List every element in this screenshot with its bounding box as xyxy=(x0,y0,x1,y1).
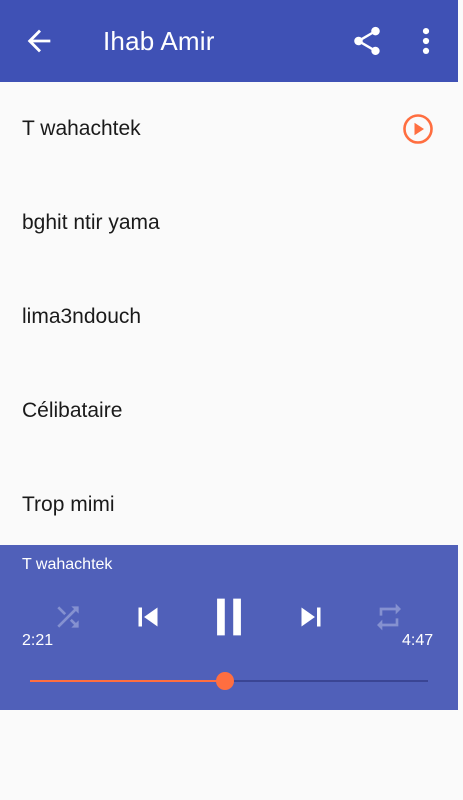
seek-bar[interactable] xyxy=(30,672,428,690)
skip-next-icon[interactable] xyxy=(292,598,330,636)
player-panel: T wahachtek 2:21 4:47 xyxy=(0,545,458,710)
total-time: 4:47 xyxy=(402,632,434,649)
song-item[interactable]: Trop mimi xyxy=(0,458,458,552)
song-item[interactable]: T wahachtek xyxy=(0,82,458,176)
arrow-back-icon[interactable] xyxy=(22,24,56,58)
skip-previous-icon[interactable] xyxy=(129,598,167,636)
song-item[interactable]: Célibataire xyxy=(0,364,458,458)
elapsed-time: 2:21 xyxy=(22,632,54,649)
song-list: T wahachtek bghit ntir yama lima3ndouch … xyxy=(0,82,458,552)
seek-thumb[interactable] xyxy=(216,672,235,690)
song-title: bghit ntir yama xyxy=(22,211,160,234)
play-circle-icon[interactable] xyxy=(402,113,434,145)
song-title: lima3ndouch xyxy=(22,305,142,328)
song-title: Trop mimi xyxy=(22,493,115,516)
song-item[interactable]: bghit ntir yama xyxy=(0,176,458,270)
repeat-icon[interactable] xyxy=(373,601,405,633)
song-item[interactable]: lima3ndouch xyxy=(0,270,458,364)
shuffle-icon[interactable] xyxy=(52,601,84,633)
pause-icon[interactable] xyxy=(207,595,251,639)
song-title: Célibataire xyxy=(22,399,123,422)
more-vert-icon[interactable] xyxy=(414,24,438,58)
app-bar: Ihab Amir xyxy=(0,0,458,82)
share-icon[interactable] xyxy=(350,24,384,58)
now-playing-title: T wahachtek xyxy=(22,556,113,573)
page-title: Ihab Amir xyxy=(103,26,215,56)
song-title: T wahachtek xyxy=(22,117,141,140)
seek-progress xyxy=(30,680,226,682)
